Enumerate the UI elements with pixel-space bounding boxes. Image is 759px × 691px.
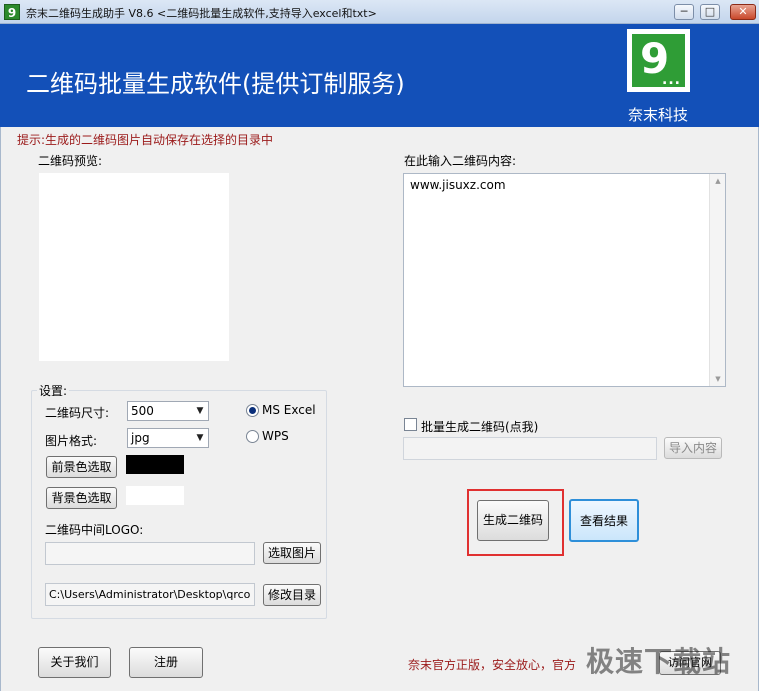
batch-label[interactable]: 批量生成二维码(点我): [421, 418, 538, 435]
format-label: 图片格式:: [45, 434, 98, 448]
radio-wps-label[interactable]: WPS: [262, 429, 289, 443]
radio-ms-excel[interactable]: [246, 404, 259, 417]
size-select-value: 500: [131, 404, 154, 418]
logo-label: 二维码中间LOGO:: [45, 523, 144, 537]
close-button[interactable]: ✕: [730, 4, 756, 20]
import-content-button[interactable]: 导入内容: [664, 437, 722, 459]
content-label: 在此输入二维码内容:: [404, 154, 517, 168]
settings-legend: 设置:: [37, 382, 70, 399]
chevron-down-icon: ▼: [196, 406, 204, 416]
maximize-button[interactable]: □: [700, 4, 720, 20]
scroll-down-icon[interactable]: ▼: [710, 372, 726, 386]
batch-checkbox[interactable]: [404, 418, 417, 431]
scroll-up-icon[interactable]: ▲: [710, 174, 726, 188]
radio-wps[interactable]: [246, 430, 259, 443]
radio-ms-excel-label[interactable]: MS Excel: [262, 403, 316, 417]
window-title: 奈末二维码生成助手 V8.6 <二维码批量生成软件,支持导入excel和txt>: [26, 7, 377, 20]
logo-dots: ...: [662, 72, 681, 88]
size-label: 二维码尺寸:: [45, 406, 110, 420]
content-scrollbar[interactable]: ▲ ▼: [709, 174, 725, 386]
save-dir-value: C:\Users\Administrator\Desktop\qrcode: [49, 588, 251, 601]
register-button[interactable]: 注册: [129, 647, 203, 678]
view-result-button[interactable]: 查看结果: [569, 499, 639, 542]
chevron-down-icon: ▼: [196, 433, 204, 443]
footer-notice: 奈末官方正版，安全放心，官方: [408, 658, 577, 672]
banner-title: 二维码批量生成软件(提供订制服务): [26, 70, 405, 98]
background-color-button[interactable]: 背景色选取: [46, 487, 117, 509]
import-field[interactable]: [403, 437, 657, 460]
app-icon: 9: [4, 4, 20, 20]
pick-image-button[interactable]: 选取图片: [263, 542, 321, 564]
watermark-text: 极速下载站: [586, 645, 732, 678]
background-color-swatch: [126, 486, 184, 505]
qr-preview-area: [39, 173, 229, 361]
foreground-color-swatch: [126, 455, 184, 474]
size-select[interactable]: 500 ▼: [127, 401, 209, 421]
save-dir-field[interactable]: C:\Users\Administrator\Desktop\qrcode: [45, 583, 255, 606]
about-us-button[interactable]: 关于我们: [38, 647, 111, 678]
foreground-color-button[interactable]: 前景色选取: [46, 456, 117, 478]
format-select-value: jpg: [131, 431, 150, 445]
change-dir-button[interactable]: 修改目录: [263, 584, 321, 606]
format-select[interactable]: jpg ▼: [127, 428, 209, 448]
hint-text: 提示:生成的二维码图片自动保存在选择的目录中: [17, 133, 274, 147]
radio-selected-dot: [249, 407, 256, 414]
generate-qr-button[interactable]: 生成二维码: [477, 500, 549, 541]
minimize-button[interactable]: ─: [674, 4, 694, 20]
logo-path-field[interactable]: [45, 542, 255, 565]
preview-label: 二维码预览:: [38, 154, 103, 168]
content-textarea[interactable]: [403, 173, 726, 387]
brand-name: 奈末科技: [628, 106, 689, 124]
content-value: www.jisuxz.com: [410, 178, 506, 192]
